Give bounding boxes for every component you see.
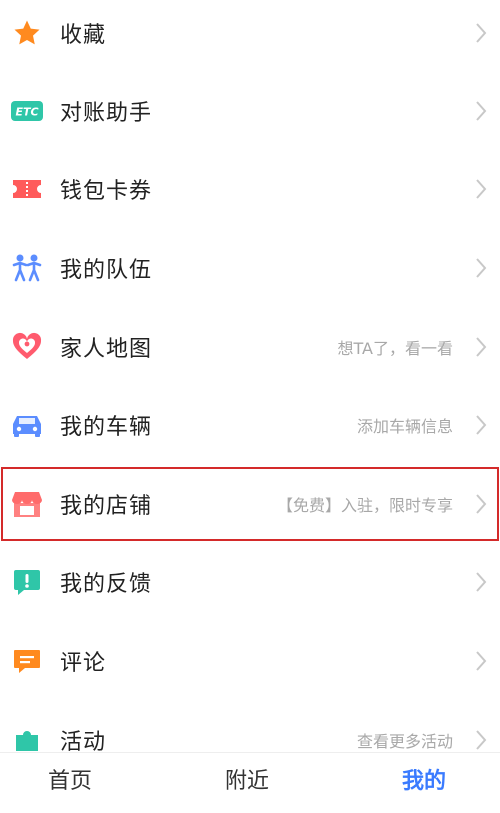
etc-icon: ETC [10, 94, 44, 128]
tab-home[interactable]: 首页 [48, 763, 92, 795]
chevron-right-icon [476, 23, 487, 43]
menu-item-subtitle: 添加车辆信息 [356, 417, 453, 436]
chevron-right-icon [476, 730, 487, 750]
feedback-icon [10, 565, 44, 599]
chevron-right-icon [476, 258, 487, 278]
comment-icon [10, 644, 44, 678]
chevron-right-icon [476, 101, 487, 121]
star-icon [10, 16, 44, 50]
menu-item-label: 钱包卡券 [60, 179, 153, 204]
menu-item-etc-assistant[interactable]: ETC 对账助手 [0, 72, 500, 150]
menu-item-label: 我的车辆 [60, 415, 153, 440]
menu-item-label: 我的店铺 [60, 494, 153, 519]
team-icon [10, 251, 44, 285]
menu-item-subtitle: 想TA了，看一看 [337, 339, 453, 358]
menu-item-comments[interactable]: 评论 [0, 622, 500, 700]
car-icon [10, 408, 44, 442]
heart-location-icon [10, 330, 44, 364]
menu-item-family-map[interactable]: 家人地图 想TA了，看一看 [0, 308, 500, 386]
ticket-icon [10, 172, 44, 206]
menu-item-subtitle: 查看更多活动 [356, 732, 453, 751]
menu-item-label: 我的反馈 [60, 572, 153, 597]
chevron-right-icon [476, 179, 487, 199]
etc-icon-text: ETC [15, 106, 38, 119]
menu-item-favorites[interactable]: 收藏 [0, 0, 500, 72]
chevron-right-icon [476, 651, 487, 671]
shop-icon [10, 487, 44, 521]
menu-item-label: 对账助手 [60, 101, 153, 126]
menu-item-label: 家人地图 [60, 337, 153, 362]
menu-item-my-feedback[interactable]: 我的反馈 [0, 543, 500, 621]
bottom-tab-bar: 首页 附近 我的 [0, 752, 500, 813]
menu-item-my-team[interactable]: 我的队伍 [0, 229, 500, 307]
menu-item-label: 收藏 [60, 23, 107, 48]
chevron-right-icon [476, 572, 487, 592]
chevron-right-icon [476, 494, 487, 514]
menu-item-my-shop[interactable]: 我的店铺 【免费】入驻，限时专享 [0, 465, 500, 543]
chevron-right-icon [476, 337, 487, 357]
menu-item-wallet-coupons[interactable]: 钱包卡券 [0, 150, 500, 228]
menu-item-label: 评论 [60, 651, 107, 676]
menu-item-label: 我的队伍 [60, 258, 153, 283]
tab-mine[interactable]: 我的 [402, 763, 446, 795]
chevron-right-icon [476, 415, 487, 435]
menu-item-subtitle: 【免费】入驻，限时专享 [276, 496, 453, 515]
menu-item-my-vehicles[interactable]: 我的车辆 添加车辆信息 [0, 386, 500, 464]
tab-nearby[interactable]: 附近 [225, 763, 269, 795]
